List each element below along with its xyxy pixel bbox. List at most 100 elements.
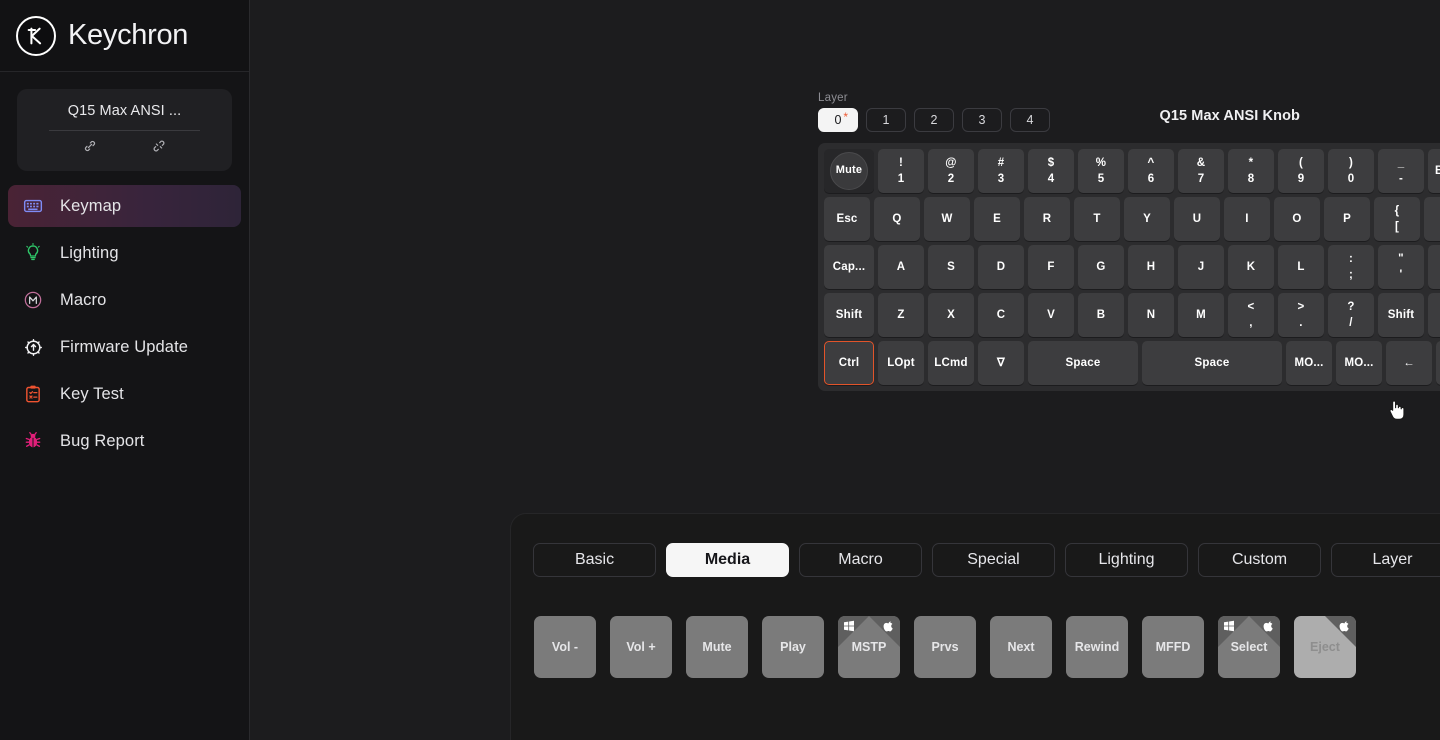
tab-label: Media: [704, 551, 751, 568]
media-key-next[interactable]: Next: [990, 616, 1052, 678]
key-blank[interactable]: >.: [1278, 293, 1324, 337]
key-space[interactable]: Space: [1142, 341, 1282, 385]
key-f[interactable]: F: [1028, 245, 1074, 289]
layer-tab-0[interactable]: 0 *: [818, 108, 858, 132]
key-mo[interactable]: MO...: [1336, 341, 1382, 385]
key-6[interactable]: ^ 6: [1128, 149, 1174, 193]
key-v[interactable]: V: [1028, 293, 1074, 337]
key-bac[interactable]: Bac...: [1428, 149, 1440, 193]
sidebar-item-label: Bug Report: [60, 431, 145, 450]
media-key-vol-[interactable]: Vol +: [610, 616, 672, 678]
key-shift[interactable]: Shift: [824, 293, 874, 337]
media-key-mffd[interactable]: MFFD: [1142, 616, 1204, 678]
key-lopt[interactable]: LOpt: [878, 341, 924, 385]
key-space[interactable]: Space: [1028, 341, 1138, 385]
key-blank[interactable]: ? /: [1328, 293, 1374, 337]
key-enter[interactable]: Enter: [1428, 245, 1440, 289]
key-blank[interactable]: {[: [1374, 197, 1420, 241]
sidebar-item-bug-report[interactable]: Bug Report: [8, 420, 241, 462]
key-g[interactable]: G: [1078, 245, 1124, 289]
key-blank[interactable]: ←: [1386, 341, 1432, 385]
key-d[interactable]: D: [978, 245, 1024, 289]
key-esc[interactable]: Esc: [824, 197, 870, 241]
key-mo[interactable]: MO...: [1286, 341, 1332, 385]
key-r[interactable]: R: [1024, 197, 1070, 241]
key-5[interactable]: % 5: [1078, 149, 1124, 193]
tab-macro[interactable]: Macro: [799, 543, 922, 577]
key-7[interactable]: & 7: [1178, 149, 1224, 193]
key-lcmd[interactable]: LCmd: [928, 341, 974, 385]
key-j[interactable]: J: [1178, 245, 1224, 289]
tab-basic[interactable]: Basic: [533, 543, 656, 577]
key-label: K: [1246, 260, 1256, 273]
tab-layer[interactable]: Layer: [1331, 543, 1440, 577]
key-blank[interactable]: ∇: [978, 341, 1024, 385]
key-w[interactable]: W: [924, 197, 970, 241]
link-icon[interactable]: [82, 138, 98, 159]
key-ctrl[interactable]: Ctrl: [824, 341, 874, 385]
key-9[interactable]: (9: [1278, 149, 1324, 193]
key-s[interactable]: S: [928, 245, 974, 289]
windows-logo-icon: [1223, 620, 1235, 632]
key-blank[interactable]: }]: [1424, 197, 1440, 241]
layer-tab-1[interactable]: 1: [866, 108, 906, 132]
layer-tab-4[interactable]: 4: [1010, 108, 1050, 132]
media-key-vol-[interactable]: Vol -: [534, 616, 596, 678]
sidebar-item-macro[interactable]: Macro: [8, 279, 241, 321]
key-8[interactable]: * 8: [1228, 149, 1274, 193]
key-c[interactable]: C: [978, 293, 1024, 337]
key-4[interactable]: $4: [1028, 149, 1074, 193]
key-label-bottom: 3: [997, 173, 1005, 185]
media-key-mute[interactable]: Mute: [686, 616, 748, 678]
layer-tab-2[interactable]: 2: [914, 108, 954, 132]
key-z[interactable]: Z: [878, 293, 924, 337]
knob-key-mute[interactable]: Mute: [824, 149, 874, 193]
key-b[interactable]: B: [1078, 293, 1124, 337]
key-cap[interactable]: Cap...: [824, 245, 874, 289]
key-p[interactable]: P: [1324, 197, 1370, 241]
key-n[interactable]: N: [1128, 293, 1174, 337]
key-blank[interactable]: " ': [1378, 245, 1424, 289]
sidebar-item-keymap[interactable]: Keymap: [8, 185, 241, 227]
key-q[interactable]: Q: [874, 197, 920, 241]
sidebar-item-key-test[interactable]: Key Test: [8, 373, 241, 415]
media-key-rewind[interactable]: Rewind: [1066, 616, 1128, 678]
device-card[interactable]: Q15 Max ANSI ...: [17, 89, 232, 171]
media-key-eject[interactable]: Eject: [1294, 616, 1356, 678]
key-e[interactable]: E: [974, 197, 1020, 241]
media-key-select[interactable]: Select: [1218, 616, 1280, 678]
media-key-prvs[interactable]: Prvs: [914, 616, 976, 678]
key-i[interactable]: I: [1224, 197, 1270, 241]
tab-special[interactable]: Special: [932, 543, 1055, 577]
key-0[interactable]: ) 0: [1328, 149, 1374, 193]
key-a[interactable]: A: [878, 245, 924, 289]
key-u[interactable]: U: [1174, 197, 1220, 241]
key-blank[interactable]: ↓: [1436, 341, 1440, 385]
tab-lighting[interactable]: Lighting: [1065, 543, 1188, 577]
tab-custom[interactable]: Custom: [1198, 543, 1321, 577]
key-blank[interactable]: :;: [1328, 245, 1374, 289]
key-k[interactable]: K: [1228, 245, 1274, 289]
key-x[interactable]: X: [928, 293, 974, 337]
layer-tab-3[interactable]: 3: [962, 108, 1002, 132]
key-h[interactable]: H: [1128, 245, 1174, 289]
key-blank[interactable]: _ -: [1378, 149, 1424, 193]
key-label: N: [1146, 308, 1156, 321]
key-3[interactable]: #3: [978, 149, 1024, 193]
key-blank[interactable]: ↑: [1428, 293, 1440, 337]
key-o[interactable]: O: [1274, 197, 1320, 241]
unlink-icon[interactable]: [151, 138, 167, 159]
key-blank[interactable]: <,: [1228, 293, 1274, 337]
tab-media[interactable]: Media: [666, 543, 789, 577]
key-m[interactable]: M: [1178, 293, 1224, 337]
key-shift[interactable]: Shift: [1378, 293, 1424, 337]
key-t[interactable]: T: [1074, 197, 1120, 241]
key-1[interactable]: ! 1: [878, 149, 924, 193]
sidebar-item-firmware-update[interactable]: Firmware Update: [8, 326, 241, 368]
media-key-play[interactable]: Play: [762, 616, 824, 678]
key-l[interactable]: L: [1278, 245, 1324, 289]
sidebar-item-lighting[interactable]: Lighting: [8, 232, 241, 274]
media-key-mstp[interactable]: MSTP: [838, 616, 900, 678]
key-y[interactable]: Y: [1124, 197, 1170, 241]
key-2[interactable]: @2: [928, 149, 974, 193]
